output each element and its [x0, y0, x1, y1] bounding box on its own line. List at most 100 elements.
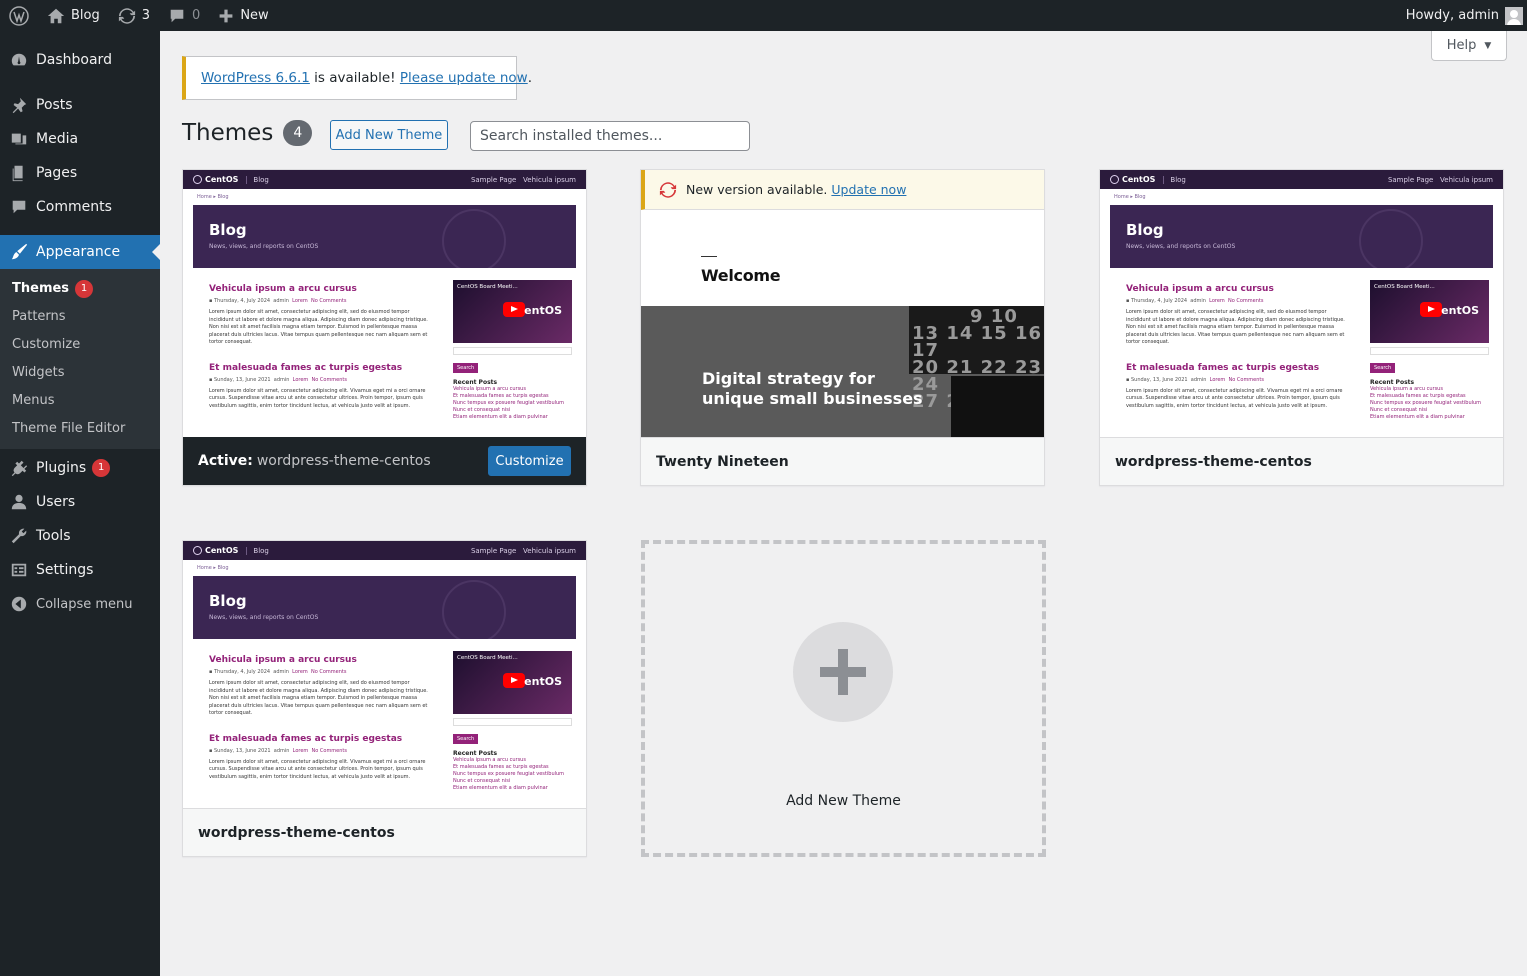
submenu-widgets[interactable]: Widgets — [0, 359, 160, 387]
recent-post-link: Et malesuada fames ac turpis egestas — [453, 764, 549, 770]
update-now-link[interactable]: Update now — [831, 182, 906, 197]
help-tab-button[interactable]: Help ▼ — [1431, 31, 1507, 61]
wrench-icon — [9, 526, 29, 546]
theme-name: wordpress-theme-centos — [183, 808, 586, 856]
preview-search-box — [1370, 347, 1489, 355]
wordpress-version-link[interactable]: WordPress 6.6.1 — [201, 70, 310, 86]
update-notice-text: New version available. — [686, 182, 828, 197]
recent-post-link: Nunc et consequat nisi — [1370, 407, 1428, 413]
theme-update-notice: New version available. Update now — [641, 170, 1044, 210]
add-new-theme-card[interactable]: Add New Theme — [641, 540, 1046, 857]
recent-posts-heading: Recent Posts — [453, 379, 498, 386]
post-meta: ▪ Thursday, 4, July 2024 admin Lorem No … — [1126, 298, 1351, 304]
add-new-theme-button[interactable]: Add New Theme — [330, 120, 448, 150]
site-name-link[interactable]: Blog — [38, 0, 109, 31]
menu-users[interactable]: Users — [0, 485, 160, 519]
menu-comments[interactable]: Comments — [0, 190, 160, 224]
post-category: Lorem — [292, 298, 308, 304]
post-category: Lorem — [1209, 298, 1225, 304]
brush-icon — [9, 242, 29, 262]
comment-icon — [170, 9, 184, 22]
menu-settings[interactable]: Settings — [0, 553, 160, 587]
search-themes-input[interactable] — [470, 121, 750, 151]
preview-sidebar: CentOS Board Meeti... entOS Search Recen… — [453, 639, 572, 792]
menu-label: Comments — [36, 199, 112, 215]
submenu-patterns[interactable]: Patterns — [0, 303, 160, 331]
users-icon — [9, 492, 29, 512]
submenu-themes[interactable]: Themes 1 — [0, 275, 160, 303]
new-content-link[interactable]: New — [209, 0, 277, 31]
menu-dashboard[interactable]: Dashboard — [0, 43, 160, 77]
add-new-theme-label: Add New Theme — [786, 793, 901, 809]
preview-search-button: Search — [453, 734, 479, 744]
theme-card-twenty-nineteen[interactable]: Welcome 9 10 13 14 15 16 17 20 21 22 23 … — [640, 169, 1045, 486]
submenu-customize[interactable]: Customize — [0, 331, 160, 359]
updates-link[interactable]: 3 — [109, 0, 159, 31]
recent-post-link: Etiam elementum elit a diam pulvinar — [453, 414, 548, 420]
theme-screenshot[interactable]: CentOS Blog Sample Page Vehicula ipsum H… — [1100, 170, 1503, 437]
customize-button[interactable]: Customize — [488, 446, 571, 476]
logo-text: CentOS — [205, 175, 239, 184]
post-excerpt: Lorem ipsum dolor sit amet, consectetur … — [209, 680, 428, 716]
preview-tagline: Digital strategy for unique small busine… — [702, 369, 923, 409]
post-date: ▪ Thursday, 4, July 2024 — [209, 669, 271, 675]
preview-main: Vehicula ipsum a arcu cursus ▪ Thursday,… — [209, 268, 434, 421]
menu-tools[interactable]: Tools — [0, 519, 160, 553]
theme-card[interactable]: CentOS Blog Sample Page Vehicula ipsum H… — [182, 540, 587, 857]
avatar — [1505, 6, 1523, 25]
post-title: Vehicula ipsum a arcu cursus — [1126, 284, 1274, 294]
recent-post-link: Nunc et consequat nisi — [453, 407, 511, 413]
collapse-menu-button[interactable]: Collapse menu — [0, 587, 160, 621]
submenu-theme-file-editor[interactable]: Theme File Editor — [0, 415, 160, 443]
comments-link[interactable]: 0 — [159, 0, 209, 31]
preview-cover: 9 10 13 14 15 16 17 20 21 22 23 24 27 28… — [641, 306, 1044, 437]
post-category: Lorem — [292, 669, 308, 675]
wordpress-logo-icon[interactable] — [0, 0, 38, 31]
menu-label: Appearance — [36, 244, 121, 260]
theme-count-badge: 4 — [283, 120, 313, 146]
theme-screenshot[interactable]: Welcome 9 10 13 14 15 16 17 20 21 22 23 … — [641, 170, 1044, 437]
hero-title: Blog — [1126, 221, 1164, 239]
account-menu[interactable]: Howdy, admin — [1397, 0, 1527, 31]
preview-topbar: CentOS Blog Sample Page Vehicula ipsum — [183, 170, 586, 189]
pages-icon — [9, 163, 29, 183]
menu-label: Media — [36, 131, 79, 147]
recent-posts-heading: Recent Posts — [453, 750, 498, 757]
plus-icon — [793, 622, 893, 722]
preview-body: Vehicula ipsum a arcu cursus ▪ Thursday,… — [183, 268, 586, 421]
please-update-link[interactable]: Please update now — [400, 70, 528, 86]
menu-media[interactable]: Media — [0, 122, 160, 156]
post-comments: No Comments — [310, 298, 347, 304]
preview-logo: CentOS — [1110, 175, 1155, 184]
post-comments: No Comments — [1227, 298, 1264, 304]
recent-post-link: Et malesuada fames ac turpis egestas — [453, 393, 549, 399]
post-comments: No Comments — [311, 747, 348, 754]
video-brand: entOS — [524, 675, 562, 688]
recent-post-link: Et malesuada fames ac turpis egestas — [1370, 393, 1466, 399]
new-label: New — [240, 8, 269, 23]
menu-label: Posts — [36, 97, 73, 113]
submenu-label: Theme File Editor — [12, 421, 126, 436]
preview-search-button: Search — [1370, 363, 1396, 373]
theme-screenshot[interactable]: CentOS Blog Sample Page Vehicula ipsum H… — [183, 170, 586, 437]
submenu-label: Widgets — [12, 365, 65, 380]
media-icon — [9, 129, 29, 149]
menu-appearance[interactable]: Appearance — [0, 235, 160, 269]
menu-plugins[interactable]: Plugins 1 — [0, 451, 160, 485]
submenu-menus[interactable]: Menus — [0, 387, 160, 415]
theme-screenshot[interactable]: CentOS Blog Sample Page Vehicula ipsum H… — [183, 541, 586, 808]
preview-calendar-image: 9 10 13 14 15 16 17 20 21 22 23 24 27 28 — [909, 306, 1044, 411]
theme-card[interactable]: CentOS Blog Sample Page Vehicula ipsum H… — [1099, 169, 1504, 486]
help-label: Help — [1446, 38, 1477, 53]
centos-logo-icon — [193, 175, 202, 184]
preview-breadcrumb: Home ▸ Blog — [1114, 194, 1146, 200]
theme-card-active[interactable]: CentOS Blog Sample Page Vehicula ipsum H… — [182, 169, 587, 486]
howdy-text: Howdy, admin — [1405, 8, 1499, 23]
recent-post-link: Vehicula ipsum a arcu cursus — [1370, 386, 1443, 392]
post-meta: ▪ Sunday, 13, June 2021 admin Lorem No C… — [209, 377, 434, 383]
menu-pages[interactable]: Pages — [0, 156, 160, 190]
post-title: Vehicula ipsum a arcu cursus — [209, 284, 357, 294]
comments-icon — [9, 197, 29, 217]
menu-posts[interactable]: Posts — [0, 88, 160, 122]
preview-video: CentOS Board Meeti... entOS — [1370, 280, 1489, 343]
